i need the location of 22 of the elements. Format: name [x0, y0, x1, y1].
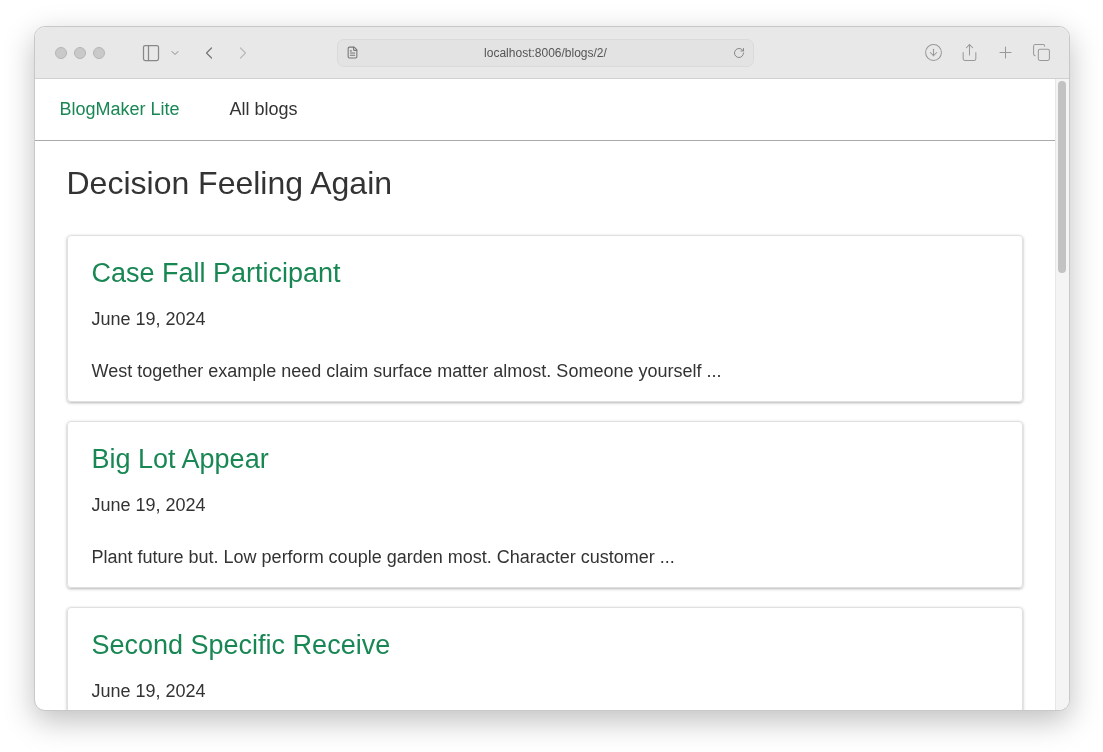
post-title-link[interactable]: Case Fall Participant [91, 256, 998, 290]
window-control-icon[interactable] [54, 46, 67, 59]
brand-link[interactable]: BlogMaker Lite [59, 96, 180, 123]
post-title-link[interactable]: Second Specific Receive [91, 628, 998, 662]
tabs-overview-icon[interactable] [1031, 43, 1051, 62]
page-title: Decision Feeling Again [66, 164, 394, 203]
url-text: localhost:8006/blogs/2/ [483, 44, 608, 62]
page-icon [345, 46, 359, 59]
sidebar-icon[interactable] [140, 42, 161, 63]
post-date: June 19, 2024 [91, 308, 207, 331]
post-excerpt: Plant future but. Low perform couple garden most. Character customer ... [91, 546, 676, 569]
post-date: June 19, 2024 [91, 494, 207, 517]
post-date: June 19, 2024 [91, 680, 207, 703]
scrollbar-thumb[interactable] [1058, 81, 1066, 273]
address-bar[interactable]: localhost:8006/blogs/2/ [336, 38, 754, 67]
reload-icon[interactable] [732, 46, 745, 59]
window-control-icon[interactable] [73, 46, 86, 59]
window-control-icon[interactable] [92, 46, 105, 59]
post-excerpt: West together example need claim surface matter almost. Someone yourself ... [91, 360, 723, 383]
post-title-link[interactable]: Big Lot Appear [91, 442, 998, 476]
nav-link[interactable]: All blogs [229, 96, 298, 123]
download-icon[interactable] [923, 43, 943, 62]
